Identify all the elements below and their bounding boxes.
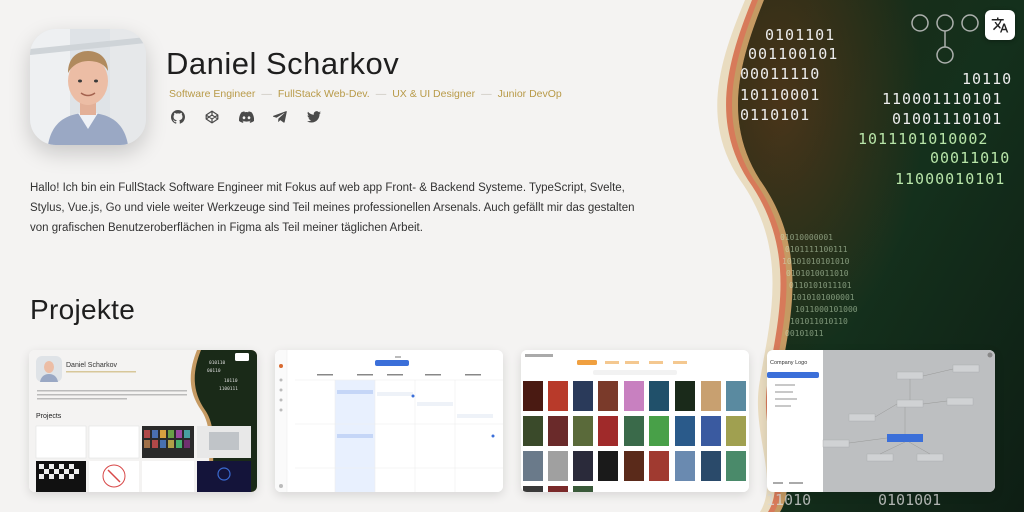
svg-text:101011010110: 101011010110	[790, 317, 848, 326]
project-thumbnail-game-library	[521, 350, 749, 492]
social-links	[168, 108, 324, 126]
svg-text:10110: 10110	[224, 378, 238, 384]
profile-name: Daniel Scharkov	[166, 46, 400, 81]
projects-heading: Projekte	[30, 294, 136, 325]
svg-text:001100101: 001100101	[748, 45, 838, 63]
discord-link[interactable]	[236, 108, 256, 126]
thumb-title: Company Logo	[770, 360, 807, 366]
svg-text:0101001: 0101001	[878, 491, 941, 509]
role-separator: —	[481, 88, 492, 100]
svg-text:00101011: 00101011	[785, 329, 824, 338]
thumb-name: Daniel Scharkov	[66, 362, 117, 369]
github-link[interactable]	[168, 108, 188, 126]
role-separator: —	[261, 88, 272, 100]
project-card-game-library[interactable]	[521, 350, 749, 492]
project-card-calendar[interactable]	[275, 350, 503, 492]
profile-bio: Hallo! Ich bin ein FullStack Software En…	[30, 182, 635, 234]
svg-text:1011101010002: 1011101010002	[858, 130, 988, 148]
svg-text:0110101: 0110101	[740, 106, 810, 124]
thumb-section: Projects	[36, 413, 62, 420]
project-thumbnail-calendar	[275, 350, 503, 492]
translate-icon	[991, 17, 1009, 33]
svg-text:00011110: 00011110	[740, 65, 820, 83]
svg-text:10110: 10110	[962, 70, 1012, 88]
translate-button[interactable]	[985, 10, 1015, 40]
role-separator: —	[375, 88, 387, 100]
project-thumbnail-portfolio: 01011000110101101100111 Daniel Scharkov …	[29, 350, 257, 492]
role-list: Software Engineer — FullStack Web-Dev. —…	[169, 88, 562, 100]
svg-text:0101010011010: 0101010011010	[786, 269, 849, 278]
github-icon	[171, 110, 185, 124]
role-fullstack-webdev: FullStack Web-Dev.	[277, 88, 370, 100]
svg-text:0110101011101: 0110101011101	[789, 281, 852, 290]
codepen-link[interactable]	[202, 108, 222, 126]
svg-text:10101010101010: 10101010101010	[782, 257, 850, 266]
avatar	[30, 29, 146, 145]
svg-text:0101101: 0101101	[765, 26, 835, 44]
svg-text:010110: 010110	[209, 360, 226, 366]
project-card-portfolio[interactable]: 010110 00110 10110 1100111 Daniel Scharkov …	[29, 350, 257, 492]
svg-text:0101111100111: 0101111100111	[785, 245, 848, 254]
svg-text:1010101000001: 1010101000001	[792, 293, 855, 302]
project-thumbnail-org-chart: Company Logo	[767, 350, 995, 492]
svg-text:00011010: 00011010	[930, 149, 1010, 167]
svg-text:1011000101000: 1011000101000	[795, 305, 858, 314]
project-card-org-chart[interactable]: Company Logo	[767, 350, 995, 492]
svg-text:110001110101: 110001110101	[882, 90, 1002, 108]
svg-text:00110: 00110	[207, 368, 221, 374]
twitter-icon	[307, 111, 321, 123]
telegram-icon	[273, 111, 287, 123]
twitter-link[interactable]	[304, 108, 324, 126]
role-junior-devop: Junior DevOp	[497, 88, 562, 100]
svg-text:10110001: 10110001	[740, 86, 820, 104]
role-ux-ui-designer: UX & UI Designer	[392, 88, 476, 100]
svg-text:11000010101: 11000010101	[895, 170, 1005, 188]
discord-icon	[238, 110, 254, 123]
codepen-icon	[205, 110, 219, 124]
svg-text:01010000001: 01010000001	[780, 233, 833, 242]
svg-text:01001110101: 01001110101	[892, 110, 1002, 128]
svg-text:11010: 11010	[766, 491, 811, 509]
role-software-engineer: Software Engineer	[169, 88, 256, 100]
svg-text:1100111: 1100111	[219, 386, 238, 392]
telegram-link[interactable]	[270, 108, 290, 126]
